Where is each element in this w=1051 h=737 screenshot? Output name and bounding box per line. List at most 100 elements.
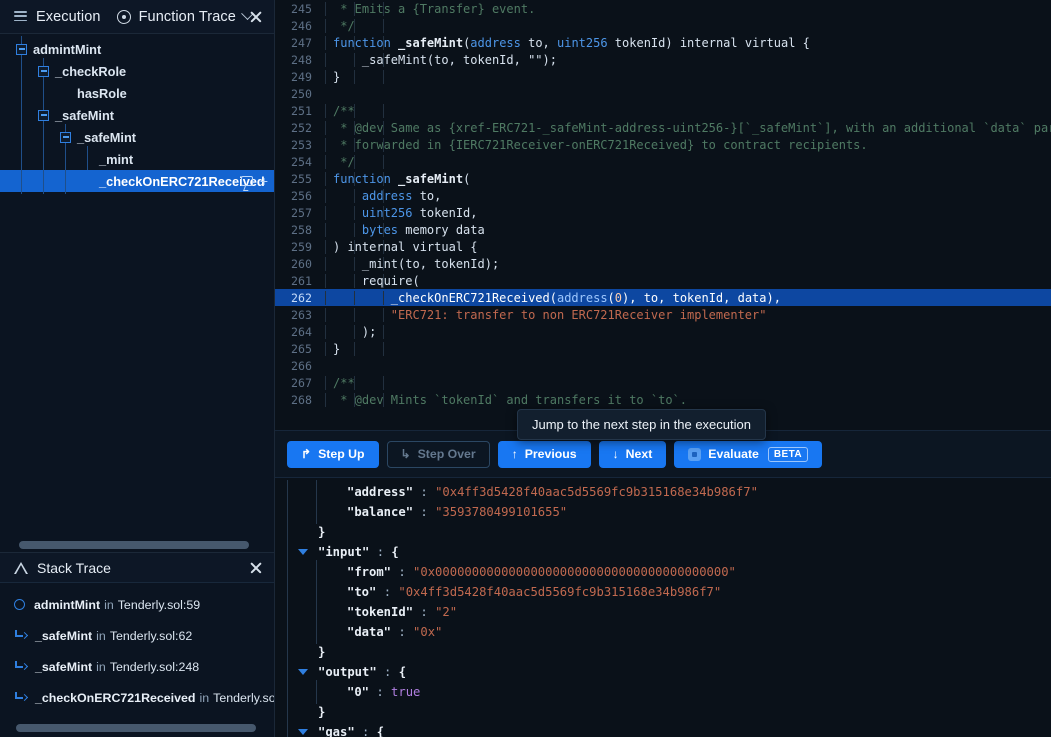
- code-line[interactable]: 245 * Emits a {Transfer} event.: [275, 0, 1051, 17]
- code-line-content: /**: [323, 103, 1051, 118]
- function-trace-tree[interactable]: admintMint _checkRole hasRole _safeMint _saf…: [0, 34, 274, 538]
- code-line[interactable]: 249}: [275, 68, 1051, 85]
- code-token: * @dev Mints `tokenId` and transfers it …: [333, 392, 688, 407]
- collapse-icon[interactable]: [60, 131, 71, 143]
- code-line[interactable]: 250: [275, 85, 1051, 102]
- json-punct: :: [369, 685, 392, 699]
- close-icon[interactable]: [248, 560, 264, 576]
- collapse-icon[interactable]: [38, 65, 49, 77]
- indent-guide: [354, 273, 355, 288]
- json-line[interactable]: }: [275, 700, 1051, 724]
- code-line[interactable]: 267 /**: [275, 374, 1051, 391]
- collapse-icon[interactable]: [38, 109, 49, 121]
- source-code-viewer[interactable]: 245 * Emits a {Transfer} event. 246 */247…: [275, 0, 1051, 430]
- indent-guide: [383, 69, 384, 84]
- code-line[interactable]: 253 * forwarded in {IERC721Receiver-onER…: [275, 136, 1051, 153]
- trace-tree-row[interactable]: _safeMint: [0, 102, 274, 128]
- code-line-content: /**: [323, 375, 1051, 390]
- json-line[interactable]: "input" : {: [275, 540, 1051, 564]
- code-token: memory data: [398, 222, 485, 237]
- step-over-button[interactable]: ↳ Step Over: [386, 440, 490, 468]
- code-line-content: }: [323, 341, 1051, 356]
- code-line[interactable]: 257 uint256 tokenId,: [275, 204, 1051, 221]
- hamburger-icon[interactable]: [14, 11, 27, 22]
- chevron-down-icon[interactable]: [298, 669, 308, 675]
- json-line[interactable]: "data" : "0x": [275, 620, 1051, 644]
- code-line[interactable]: 263 "ERC721: transfer to non ERC721Recei…: [275, 306, 1051, 323]
- code-line[interactable]: 266: [275, 357, 1051, 374]
- code-line[interactable]: 259) internal virtual {: [275, 238, 1051, 255]
- code-line[interactable]: 246 */: [275, 17, 1051, 34]
- code-line[interactable]: 248 _safeMint(to, tokenId, "");: [275, 51, 1051, 68]
- code-line[interactable]: 265}: [275, 340, 1051, 357]
- step-up-button[interactable]: ↱ Step Up: [287, 440, 379, 468]
- json-line[interactable]: }: [275, 640, 1051, 664]
- code-line-content: _mint(to, tokenId);: [323, 256, 1051, 271]
- json-output-viewer[interactable]: "address" : "0x4ff3d5428f40aac5d5569fc9b…: [275, 478, 1051, 737]
- json-line[interactable]: "from" : "0x0000000000000000000000000000…: [275, 560, 1051, 584]
- json-str: "3593780499101655": [435, 505, 568, 519]
- plus-icon[interactable]: +: [260, 174, 268, 188]
- json-line[interactable]: "tokenId" : "2": [275, 600, 1051, 624]
- next-button[interactable]: ↓ Next: [598, 440, 667, 468]
- stack-trace-row[interactable]: _safeMint in Tenderly.sol:248: [0, 651, 274, 682]
- stack-trace-hscrollbar[interactable]: [0, 721, 274, 737]
- indent-guide: [383, 137, 384, 152]
- code-line[interactable]: 260 _mint(to, tokenId);: [275, 255, 1051, 272]
- json-line[interactable]: "gas" : {: [275, 720, 1051, 737]
- button-label: Evaluate: [708, 447, 759, 461]
- comment-icon[interactable]: [240, 176, 253, 186]
- code-line[interactable]: 262 _checkOnERC721Received(address(0), t…: [275, 289, 1051, 306]
- trace-tree-hscrollbar[interactable]: [0, 538, 274, 552]
- code-line[interactable]: 264 );: [275, 323, 1051, 340]
- chevron-down-icon[interactable]: [298, 729, 308, 735]
- json-key: "gas": [318, 725, 355, 737]
- stack-trace-row[interactable]: _checkOnERC721ReceivedinTenderly.sol:26: [0, 682, 274, 713]
- code-line[interactable]: 255 function _safeMint(: [275, 170, 1051, 187]
- trace-tree-row[interactable]: _checkRole: [0, 58, 274, 84]
- code-line[interactable]: 256 address to,: [275, 187, 1051, 204]
- code-line[interactable]: 254 */: [275, 153, 1051, 170]
- chevron-down-icon[interactable]: [298, 549, 308, 555]
- code-line[interactable]: 251 /**: [275, 102, 1051, 119]
- trace-tree-row[interactable]: _checkOnERC721Received +: [0, 168, 274, 194]
- code-token: address: [556, 290, 608, 305]
- trace-tree-row[interactable]: admintMint: [0, 36, 274, 62]
- json-brace: }: [318, 645, 326, 659]
- indent-guide: [354, 239, 355, 254]
- code-line[interactable]: 247 function _safeMint(address to, uint25…: [275, 34, 1051, 51]
- line-number: 257: [291, 205, 312, 220]
- tab-function-trace[interactable]: Function Trace: [139, 9, 236, 25]
- json-line[interactable]: }: [275, 520, 1051, 544]
- trace-tree-label: hasRole: [77, 85, 127, 101]
- stack-source-location: Tenderly.sol:62: [109, 628, 193, 643]
- line-number: 259: [291, 239, 312, 254]
- code-line[interactable]: 261 require(: [275, 272, 1051, 289]
- json-line[interactable]: "0" : true: [275, 680, 1051, 704]
- trace-tree-row[interactable]: _safeMint: [0, 124, 274, 150]
- previous-button[interactable]: ↑ Previous: [497, 440, 591, 468]
- indent-guide: [354, 375, 355, 390]
- json-line[interactable]: "output" : {: [275, 660, 1051, 684]
- indent-guide: [325, 222, 326, 237]
- stack-trace-row[interactable]: _safeMint in Tenderly.sol:62: [0, 620, 274, 651]
- stack-trace-row[interactable]: admintMint in Tenderly.sol:59: [0, 589, 274, 620]
- code-line[interactable]: 252 * @dev Same as {xref-ERC721-_safeMin…: [275, 119, 1051, 136]
- evaluate-button[interactable]: Evaluate BETA: [674, 440, 822, 468]
- trace-tree-row[interactable]: _mint: [0, 146, 274, 172]
- close-icon[interactable]: [248, 9, 264, 25]
- code-token: 0: [614, 290, 623, 305]
- json-line[interactable]: "address" : "0x4ff3d5428f40aac5d5569fc9b…: [275, 480, 1051, 504]
- code-token: * @dev Same as {xref-ERC721-_safeMint-ad…: [333, 120, 1051, 135]
- line-number: 258: [291, 222, 312, 237]
- indent-guide: [354, 290, 355, 305]
- code-line[interactable]: 268 * @dev Mints `tokenId` and transfers…: [275, 391, 1051, 408]
- collapse-icon[interactable]: [16, 43, 27, 55]
- code-line[interactable]: 258 bytes memory data: [275, 221, 1051, 238]
- indent-guide: [325, 120, 326, 135]
- json-line[interactable]: "balance" : "3593780499101655": [275, 500, 1051, 524]
- json-line[interactable]: "to" : "0x4ff3d5428f40aac5d5569fc9b31516…: [275, 580, 1051, 604]
- json-key: "input": [318, 545, 370, 559]
- trace-tree-row[interactable]: hasRole: [0, 80, 274, 106]
